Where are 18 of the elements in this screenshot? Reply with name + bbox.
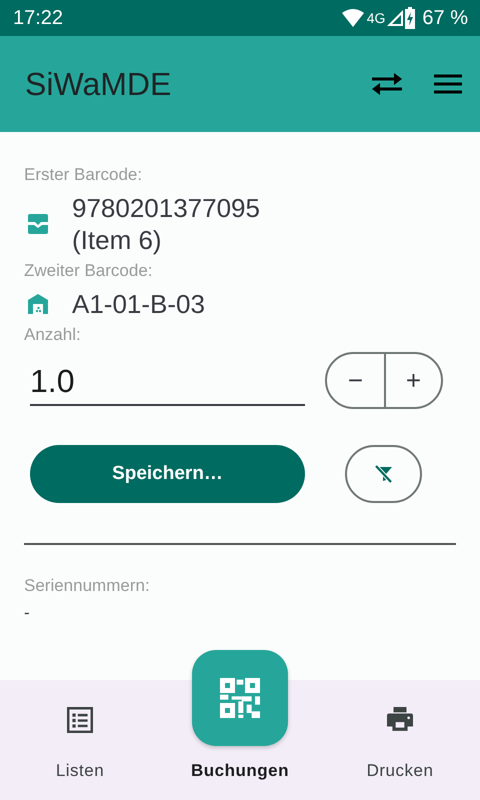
nav-tab[interactable]: Buchungen	[160, 650, 320, 800]
barcode-value: 9780201377095 (Item 6)	[72, 192, 260, 256]
field-label: Seriennummern:	[24, 575, 151, 597]
battery-level: 67 %	[422, 6, 468, 30]
decrement-button[interactable]: −	[327, 354, 384, 407]
field-label: Zweiter Barcode:	[24, 260, 154, 282]
clock-time: 17:22	[13, 6, 64, 30]
serial-value: -	[24, 603, 31, 623]
field-label: Anzahl:	[24, 324, 82, 346]
field-label: Erster Barcode:	[24, 164, 144, 186]
quantity-field[interactable]: 1.0	[30, 355, 305, 406]
increment-button[interactable]: +	[384, 354, 441, 407]
barcode-value: A1-01-B-03	[72, 288, 205, 320]
nav-tab[interactable]: Listen	[0, 680, 160, 800]
nav-tab[interactable]: Drucken	[320, 680, 480, 800]
save-button[interactable]: Speichern…	[30, 445, 305, 503]
network-type: 4G	[366, 10, 386, 26]
app-title: SiWaMDE	[25, 66, 172, 102]
